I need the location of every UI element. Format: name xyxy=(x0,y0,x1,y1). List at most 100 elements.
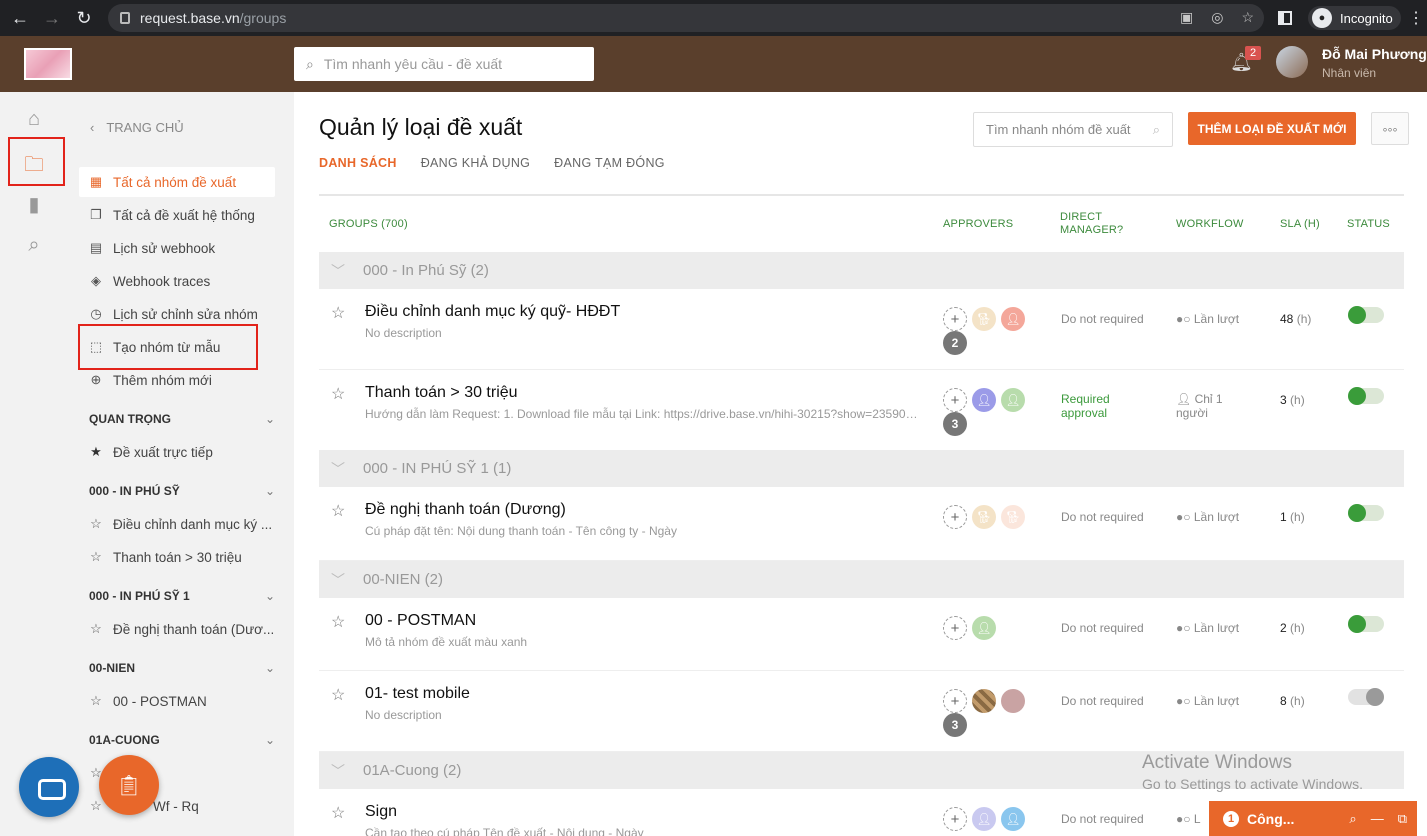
section-header[interactable]: 00-NIEN ⌄ xyxy=(89,661,275,675)
star-icon[interactable]: ☆ xyxy=(331,803,345,823)
request-type-name[interactable]: 01- test mobile xyxy=(365,685,470,703)
group-header[interactable]: ﹀ 000 - IN PHÚ SỸ 1 (1) xyxy=(319,450,1404,487)
table-row[interactable]: ☆ Điều chỉnh danh mục ký quỹ- HĐĐT No de… xyxy=(319,289,1404,370)
search-icon[interactable]: ⌕ xyxy=(22,234,46,258)
add-approver-button[interactable]: + xyxy=(943,505,967,529)
chat-fab[interactable] xyxy=(19,757,79,817)
request-type-name[interactable]: 00 - POSTMAN xyxy=(365,612,476,630)
sla-value: 3 (h) xyxy=(1280,393,1305,407)
expand-icon[interactable]: ⧉ xyxy=(1398,811,1407,827)
star-icon[interactable]: ☆ xyxy=(331,612,345,632)
global-search-input[interactable]: ⌕ Tìm nhanh yêu cầu - đề xuất xyxy=(294,47,594,81)
request-type-name[interactable]: Sign xyxy=(365,803,397,821)
status-toggle[interactable] xyxy=(1348,615,1384,633)
sidebar-group-item[interactable]: ☆ Thanh toán > 30 triệu xyxy=(79,542,275,572)
company-logo[interactable] xyxy=(24,48,72,80)
star-icon[interactable]: ☆ xyxy=(331,501,345,521)
status-toggle[interactable] xyxy=(1348,504,1384,522)
user-name[interactable]: Đỗ Mai Phương xyxy=(1322,46,1427,62)
sequential-icon: ●○ xyxy=(1176,312,1194,326)
direct-manager-value: Do not required xyxy=(1061,510,1144,524)
group-header[interactable]: ﹀ 00-NIEN (2) xyxy=(319,561,1404,598)
workflow-value: ●○ Lần lượt xyxy=(1176,621,1239,635)
column-header-workflow: WORKFLOW xyxy=(1176,218,1244,230)
section-header[interactable]: 01A-CUONG ⌄ xyxy=(89,733,275,747)
star-icon: ☆ xyxy=(90,516,102,531)
direct-manager-value: Do not required xyxy=(1061,312,1144,326)
sidebar-item-webhook-traces[interactable]: ◈ Webhook traces xyxy=(79,266,275,296)
chevron-down-icon: ﹀ xyxy=(331,460,345,477)
status-toggle[interactable] xyxy=(1348,688,1384,706)
star-icon[interactable]: ☆ xyxy=(331,685,345,705)
table-row[interactable]: ☆ 00 - POSTMAN Mô tả nhóm đề xuất màu xa… xyxy=(319,598,1404,671)
back-link[interactable]: ‹ TRANG CHỦ xyxy=(90,120,184,135)
avatar[interactable] xyxy=(1276,46,1308,78)
sidebar-group-item[interactable]: ★ Đề xuất trực tiếp xyxy=(79,437,275,467)
request-type-name[interactable]: Đề nghị thanh toán (Dương) xyxy=(365,501,566,519)
tab-closed[interactable]: ĐANG TẠM ĐÓNG xyxy=(554,156,665,170)
sidebar-item-all-groups[interactable]: ▦ Tất cả nhóm đề xuất xyxy=(79,167,275,197)
table-row[interactable]: ☆ Đề nghị thanh toán (Dương) Cú pháp đặt… xyxy=(319,487,1404,561)
avatar: 👤︎ xyxy=(972,807,996,831)
avatar: 🐕︎ xyxy=(972,505,996,529)
back-label: TRANG CHỦ xyxy=(106,120,184,135)
chat-panel-tab[interactable]: 1 Công... ⌕ — ⧉ xyxy=(1209,801,1417,836)
sequential-icon: ●○ xyxy=(1176,694,1194,708)
minimize-icon[interactable]: — xyxy=(1371,811,1384,827)
section-header[interactable]: QUAN TRỌNG ⌄ xyxy=(89,412,275,426)
translate-icon[interactable]: ▣ xyxy=(1180,9,1193,26)
column-header-groups[interactable]: GROUPS (700) xyxy=(329,218,408,231)
chevron-down-icon: ﹀ xyxy=(331,571,345,588)
reload-icon[interactable]: ↻ xyxy=(68,8,100,29)
bookmark-star-icon[interactable]: ☆ xyxy=(1241,9,1254,26)
add-approver-button[interactable]: + xyxy=(943,616,967,640)
chevron-down-icon: ﹀ xyxy=(331,262,345,279)
request-type-name[interactable]: Thanh toán > 30 triệu xyxy=(365,384,518,402)
star-icon[interactable]: ☆ xyxy=(331,384,345,404)
incognito-badge[interactable]: ● Incognito xyxy=(1308,6,1401,30)
sidebar-group-item[interactable]: ☆ Điều chỉnh danh mục ký ... xyxy=(79,509,275,539)
table-row[interactable]: ☆ 01- test mobile No description + 3 Do … xyxy=(319,671,1404,752)
back-arrow-icon[interactable]: ← xyxy=(4,8,36,29)
section-title: 00-NIEN xyxy=(89,661,136,675)
add-approver-button[interactable]: + xyxy=(943,388,967,412)
sla-number: 8 xyxy=(1280,694,1287,708)
plus-circle-icon: ⊕ xyxy=(90,372,102,387)
add-approver-button[interactable]: + xyxy=(943,689,967,713)
section-header[interactable]: 000 - IN PHÚ SỸ ⌄ xyxy=(89,484,275,498)
star-icon[interactable]: ☆ xyxy=(331,303,345,323)
kebab-menu-icon[interactable]: ⋮ xyxy=(1408,8,1424,28)
tab-available[interactable]: ĐANG KHẢ DỤNG xyxy=(421,156,530,170)
tab-list[interactable]: DANH SÁCH xyxy=(319,156,397,170)
sidebar-item-all-requests[interactable]: ❐ Tất cả đề xuất hệ thống xyxy=(79,200,275,230)
add-approver-button[interactable]: + xyxy=(943,307,967,331)
group-header[interactable]: ﹀ 000 - In Phú Sỹ (2) xyxy=(319,252,1404,289)
clipboard-fab[interactable]: 📋︎ xyxy=(99,755,159,815)
sidebar-group-item[interactable]: ☆ Đề nghị thanh toán (Dươ... xyxy=(79,614,275,644)
address-bar[interactable]: request.base.vn/groups ▣ ◎ ☆ xyxy=(108,4,1264,32)
eye-off-icon[interactable]: ◎ xyxy=(1211,9,1223,26)
sidebar-item-webhook-history[interactable]: ▤ Lịch sử webhook xyxy=(79,233,275,263)
approvers: + 👤︎ 👤︎ xyxy=(943,807,1025,831)
status-toggle[interactable] xyxy=(1348,387,1384,405)
add-approver-button[interactable]: + xyxy=(943,807,967,831)
lock-icon xyxy=(120,12,130,24)
search-icon[interactable]: ⌕ xyxy=(1349,811,1356,827)
sidepanel-icon[interactable] xyxy=(1278,11,1292,25)
sidebar-group-item[interactable]: ☆ 00 - POSTMAN xyxy=(79,686,275,716)
request-type-name[interactable]: Điều chỉnh danh mục ký quỹ- HĐĐT xyxy=(365,303,620,321)
bar-chart-icon[interactable]: ▮ xyxy=(22,192,46,216)
table-row[interactable]: ☆ Thanh toán > 30 triệu Hướng dẫn làm Re… xyxy=(319,370,1404,452)
add-request-type-button[interactable]: THÊM LOẠI ĐỀ XUẤT MỚI xyxy=(1188,112,1356,145)
group-search-input[interactable]: Tìm nhanh nhóm đề xuất ⌕ xyxy=(973,112,1173,147)
sidebar-item-label: Tất cả đề xuất hệ thống xyxy=(113,207,255,223)
star-icon: ☆ xyxy=(90,621,102,636)
column-header-direct-manager: DIRECT MANAGER? xyxy=(1060,211,1123,237)
home-icon[interactable]: ⌂ xyxy=(22,108,46,132)
section-header[interactable]: 000 - IN PHÚ SỸ 1 ⌄ xyxy=(89,589,275,603)
more-options-button[interactable]: ◦◦◦ xyxy=(1371,112,1409,145)
forward-arrow-icon[interactable]: → xyxy=(36,8,68,29)
chevron-down-icon: ⌄ xyxy=(264,661,275,675)
workflow-label: L xyxy=(1193,812,1201,826)
status-toggle[interactable] xyxy=(1348,306,1384,324)
